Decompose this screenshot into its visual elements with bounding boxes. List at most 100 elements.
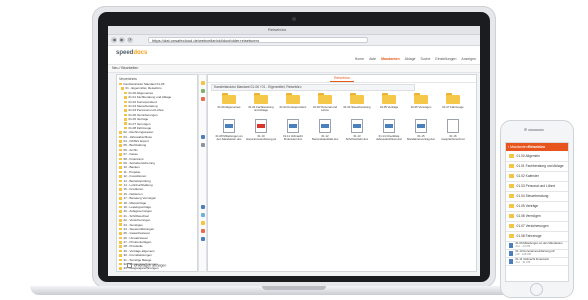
folder-item[interactable]: 01.01 Fachberatung und Ablage: [246, 93, 276, 113]
file-item[interactable]: 01.11 Vollmacht Finanzamt.doc: [278, 119, 308, 142]
menu-suche[interactable]: Suche: [420, 57, 430, 61]
file-icon: [509, 259, 513, 264]
phone-folder-row[interactable]: 01.01 Fachberatung und Ablage: [506, 162, 568, 172]
menu-anzeigen[interactable]: Anzeigen: [461, 57, 476, 61]
delete-icon[interactable]: [200, 97, 205, 101]
laptop-screen: Reisebüro ◀ ▶ ⟳ https://dat.onsafecloud.…: [108, 26, 480, 276]
folder-icon: [119, 135, 122, 139]
folder-icon: [509, 154, 514, 158]
menu-home[interactable]: Home: [355, 57, 364, 61]
phone-folder-row[interactable]: 01.07 Versicherungen: [506, 222, 568, 232]
upload-icon[interactable]: [200, 89, 205, 93]
folder-icon: [124, 118, 127, 121]
file-item[interactable]: 01.14 Checkliste Jahresabschluss.doc: [374, 119, 404, 142]
item-label: 01.03 Personal und Löhne: [312, 105, 338, 112]
word-file-icon: [319, 119, 331, 133]
folder-icon: [124, 91, 127, 95]
menu-akte[interactable]: Akte: [369, 57, 376, 61]
tree-item-label: 05 - Buchhaltung: [123, 143, 147, 148]
folder-icon: [446, 93, 460, 104]
folder-icon: [119, 166, 122, 169]
tree-item-label: 27 - Privatunterlagen: [123, 240, 152, 245]
back-button[interactable]: ◀: [111, 37, 117, 43]
menu-mandanten[interactable]: Mandanten: [381, 57, 399, 61]
folder-icon: [119, 192, 122, 196]
word-file-icon: [223, 119, 235, 133]
phone-folder-row[interactable]: 01.04 Steuerberatung: [506, 192, 568, 202]
menu-ablage[interactable]: Ablage: [405, 57, 416, 61]
phone-folder-row[interactable]: 01.05 Verträge: [506, 202, 568, 212]
forward-button[interactable]: ▶: [119, 37, 125, 43]
folder-item[interactable]: 01.06 Vermögen: [406, 93, 436, 113]
folder-icon: [119, 241, 122, 244]
folder-item[interactable]: 01.03 Personal und Löhne: [310, 93, 340, 113]
phone-home-button[interactable]: [530, 283, 543, 296]
item-label: 01.04 Steuerberatung: [343, 105, 371, 109]
folder-item[interactable]: 01.07 Fahrzeuge: [438, 93, 468, 113]
tree-item-label: 01.08 Fahrzeuge: [128, 125, 152, 130]
word-file-icon: [415, 119, 427, 133]
folder-item[interactable]: 01.04 Steuerberatung: [342, 93, 372, 113]
folder-icon: [414, 93, 428, 104]
checkbox-icon[interactable]: [127, 263, 132, 268]
phone-back-button[interactable]: ‹ Mandanten: [508, 145, 528, 149]
info-icon[interactable]: [200, 237, 205, 241]
file-type-band: [225, 124, 233, 128]
folder-icon: [119, 179, 122, 183]
phone-folder-row[interactable]: 01.06 Vermögen: [506, 212, 568, 222]
file-item[interactable]: 01.10 Honorarvereinbarung.pdf: [246, 119, 276, 142]
file-item[interactable]: 01.15 Mandantenvertrag.doc: [406, 119, 436, 142]
file-item[interactable]: 01.08 Mitteilungen an den Mandanten.doc: [214, 119, 244, 142]
folder-icon: [350, 93, 364, 104]
folder-icon: [119, 175, 122, 178]
phone-file-text: 01.11 Vollmacht Finanzamt doc · 31 KB: [516, 258, 550, 265]
file-type-band: [385, 124, 393, 128]
folder-item[interactable]: 01.00 Allgemeines: [214, 93, 244, 113]
phone-folder-row[interactable]: 01.03 Personal und Löhne: [506, 182, 568, 192]
folder-item[interactable]: 01.02 Korrespondenz: [278, 93, 308, 113]
tab-reisebuero[interactable]: Reisebüro: [330, 75, 354, 82]
folder-item[interactable]: 01.05 Verträge: [374, 93, 404, 113]
item-label: 01.06 Vermögen: [410, 105, 432, 109]
item-label: 01.11 Vollmacht Finanzamt.doc: [283, 134, 303, 141]
item-label: 01.08 Mitteilungen an den Mandanten.doc: [215, 134, 243, 141]
phone-folder-row[interactable]: 01.00 Allgemein: [506, 152, 568, 162]
phone-folder-label: 01.05 Verträge: [516, 204, 539, 208]
print-icon[interactable]: [200, 229, 205, 233]
phone-file-row[interactable]: 01.09 Mitteilungen an den Mandanten doc ·…: [506, 242, 568, 250]
new-folder-icon[interactable]: [200, 81, 205, 85]
tree-item-label: 18 - Mietverträge: [123, 200, 147, 205]
item-label: 01.16 Gesprächsnotiz.txt: [441, 134, 465, 141]
file-type-band: [289, 124, 297, 128]
folder-icon: [119, 183, 122, 187]
phone-file-text: 01.09 Mitteilungen an den Mandanten doc ·…: [516, 242, 563, 249]
folder-icon: [119, 267, 122, 270]
phone-folder-row[interactable]: 01.02 Kalender: [506, 172, 568, 182]
copy-icon[interactable]: [200, 143, 205, 147]
phone-file-meta: doc · 31 KB: [515, 260, 531, 265]
phone-file-row[interactable]: 01.10 Honorarvereinbarung.pdf pdf · 118 K…: [506, 250, 568, 258]
share-icon[interactable]: [200, 213, 205, 217]
item-label: 01.15 Mandantenvertrag.doc: [407, 134, 435, 141]
folder-icon: [119, 82, 122, 86]
breadcrumb[interactable]: Kanzleistruktur Mandant 01-06 / 01 - Eig…: [211, 84, 415, 91]
show-documents-toggle[interactable]: Unterlagen anzeigen: [127, 263, 166, 268]
phone-folder-row[interactable]: 01.08 Fahrzeuge: [506, 232, 568, 242]
tree-item-label: 24 - Steuererklärungen: [123, 226, 155, 231]
file-item[interactable]: 01.16 Gesprächsnotiz.txt: [438, 119, 468, 142]
star-icon[interactable]: [200, 221, 205, 225]
reload-button[interactable]: ⟳: [127, 37, 133, 43]
menu-einstellungen[interactable]: Einstellungen: [435, 57, 456, 61]
file-item[interactable]: 01.13 Schriftverkehr.doc: [342, 119, 372, 142]
edit-button[interactable]: Neu / Bearbeiten: [112, 66, 138, 70]
mail-icon[interactable]: [200, 205, 205, 209]
address-bar[interactable]: https://dat.onsafecloud.de/webcellar/ckl…: [148, 37, 368, 43]
tree-item-label: 11 - Projekte: [123, 169, 141, 174]
file-item[interactable]: 01.12 Stammdatenblatt.doc: [310, 119, 340, 142]
download-icon[interactable]: [200, 135, 205, 139]
tree-item-label: 01.04 Personal und Löhne: [128, 108, 164, 113]
folder-icon: [119, 201, 122, 204]
folder-icon: [509, 224, 514, 228]
phone-file-row[interactable]: 01.11 Vollmacht Finanzamt doc · 31 KB: [506, 258, 568, 266]
folder-icon: [509, 234, 514, 238]
